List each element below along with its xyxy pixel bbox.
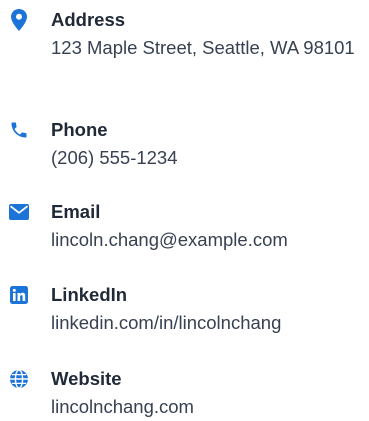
- website-link[interactable]: lincolnchang.com: [51, 396, 194, 417]
- linkedin-icon: [8, 284, 30, 306]
- website-value[interactable]: lincolnchang.com: [51, 394, 361, 420]
- contact-info-list: Address 123 Maple Street, Seattle, WA 98…: [0, 0, 369, 421]
- phone-link[interactable]: (206) 555-1234: [51, 147, 178, 168]
- address-label: Address: [51, 9, 126, 30]
- map-pin-icon: [8, 9, 30, 31]
- address-value: 123 Maple Street, Seattle, WA 98101: [51, 37, 355, 58]
- email-label: Email: [51, 201, 101, 222]
- email-value[interactable]: lincoln.chang@example.com: [51, 227, 361, 253]
- envelope-icon: [8, 201, 30, 223]
- linkedin-label: LinkedIn: [51, 284, 128, 305]
- linkedin-link[interactable]: linkedin.com/in/lincolnchang: [51, 312, 281, 333]
- phone-icon: [8, 119, 30, 141]
- phone-value[interactable]: (206) 555-1234: [51, 145, 361, 171]
- linkedin-value[interactable]: linkedin.com/in/lincolnchang: [51, 310, 361, 336]
- globe-icon: [8, 368, 30, 390]
- website-label: Website: [51, 368, 122, 389]
- phone-label: Phone: [51, 119, 108, 140]
- email-link[interactable]: lincoln.chang@example.com: [51, 229, 288, 250]
